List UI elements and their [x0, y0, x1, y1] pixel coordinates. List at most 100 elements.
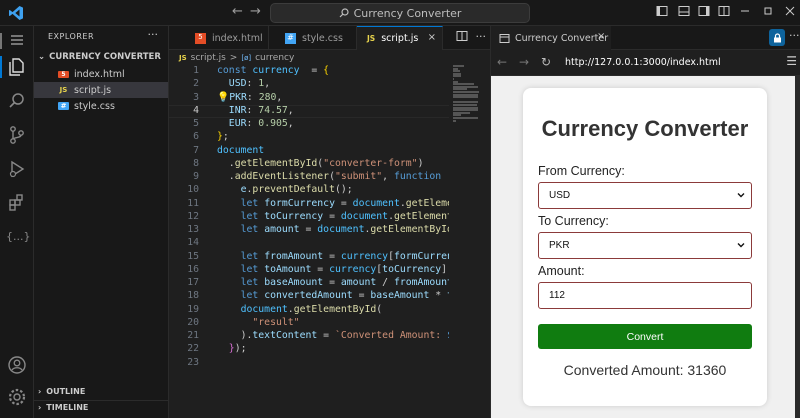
menu-icon[interactable] — [6, 29, 28, 51]
amount-value: 112 — [549, 290, 565, 301]
split-editor-icon[interactable] — [456, 30, 468, 42]
extensions-icon[interactable] — [6, 192, 28, 214]
code-line[interactable]: 8 .getElementById("converter-form") — [169, 158, 449, 171]
code-line[interactable]: 7 document — [169, 145, 449, 158]
code-line[interactable]: 3 💡PKR: 280, — [169, 92, 449, 105]
json-extension-icon[interactable]: {...} — [6, 226, 31, 248]
code-line[interactable]: 23 — [169, 357, 449, 370]
code-line[interactable]: 5 EUR: 0.905, — [169, 118, 449, 131]
amount-input[interactable]: 112 — [538, 282, 752, 309]
browser-scrollbar[interactable] — [795, 76, 800, 418]
outline-label: OUTLINE — [46, 387, 86, 396]
code-line[interactable]: 4 INR: 74.57, — [169, 105, 449, 118]
explorer-more-icon[interactable]: ··· — [148, 28, 159, 41]
js-file-icon: JS — [367, 34, 376, 43]
file-label: script.js — [74, 84, 112, 96]
settings-gear-icon[interactable] — [6, 386, 28, 408]
explorer-files-icon[interactable] — [6, 56, 28, 78]
code-line[interactable]: 18 let convertedAmount = baseAmount * to… — [169, 290, 449, 303]
code-line[interactable]: 14 — [169, 237, 449, 250]
outline-section[interactable]: › OUTLINE — [38, 387, 85, 396]
line-content: e.preventDefault(); — [240, 184, 353, 196]
close-browser-tab-icon[interactable]: × — [597, 31, 605, 42]
folder-label: CURRENCY CONVERTER — [49, 52, 161, 62]
code-line[interactable]: 21 ).textContent = `Converted Amount: ${… — [169, 330, 449, 343]
search-view-icon[interactable] — [6, 90, 28, 112]
chevron-down-icon: ⌄ — [38, 52, 46, 62]
breadcrumb-symbol[interactable]: currency — [255, 53, 294, 63]
browser-forward-icon[interactable]: → — [519, 55, 529, 69]
restore-icon[interactable] — [763, 5, 773, 17]
file-index-html[interactable]: 5 index.html — [34, 66, 168, 82]
toggle-secondary-sidebar-icon[interactable] — [698, 5, 710, 17]
from-currency-select[interactable]: USD — [538, 182, 752, 209]
css-file-icon: # — [285, 32, 296, 44]
breadcrumb-file[interactable]: script.js — [191, 53, 226, 63]
line-content: document — [217, 144, 265, 156]
browser-menu-icon[interactable]: ☰ — [786, 54, 797, 68]
variable-symbol-icon: [ø] — [241, 54, 252, 62]
browser-back-icon[interactable]: ← — [497, 55, 507, 69]
line-content: 💡PKR: 280, — [217, 91, 283, 103]
command-center-search[interactable]: Currency Converter — [270, 3, 530, 23]
line-content: }; — [217, 131, 229, 143]
customize-layout-icon[interactable] — [718, 5, 730, 17]
tab-label: index.html — [212, 32, 263, 44]
toggle-panel-icon[interactable] — [678, 5, 690, 17]
tab-index-html[interactable]: 5 index.html — [169, 26, 269, 50]
line-content: let amount = document.getElementById(" — [240, 224, 449, 235]
url-input[interactable]: http://127.0.0.1:3000/index.html — [565, 57, 721, 68]
back-icon[interactable]: ← — [232, 4, 243, 19]
code-line[interactable]: 9 .addEventListener("submit", function (… — [169, 171, 449, 184]
folder-currency-converter[interactable]: ⌄ CURRENCY CONVERTER — [38, 52, 161, 62]
converter-card: Currency Converter From Currency: USD To… — [523, 88, 767, 406]
minimap-line — [453, 96, 479, 99]
tab-script-js[interactable]: JS script.js × — [357, 26, 443, 50]
convert-button[interactable]: Convert — [538, 324, 752, 349]
more-actions-icon[interactable]: ··· — [476, 30, 487, 43]
chevron-down-icon — [737, 193, 745, 198]
account-icon[interactable] — [6, 354, 28, 376]
close-tab-icon[interactable]: × — [428, 32, 436, 43]
code-line[interactable]: 17 let baseAmount = amount / fromAmount; — [169, 277, 449, 290]
code-line[interactable]: 12 let toCurrency = document.getElementB… — [169, 211, 449, 224]
code-line[interactable]: 16 let toAmount = currency[toCurrency]; — [169, 264, 449, 277]
code-line[interactable]: 22 }); — [169, 343, 449, 356]
minimize-icon[interactable] — [740, 5, 750, 17]
browser-more-icon[interactable]: ··· — [789, 29, 800, 42]
to-currency-select[interactable]: PKR — [538, 232, 752, 259]
close-window-icon[interactable] — [785, 5, 795, 17]
line-number: 10 — [187, 184, 199, 196]
file-style-css[interactable]: # style.css — [34, 98, 168, 114]
line-number: 11 — [187, 197, 199, 209]
code-line[interactable]: 10 e.preventDefault(); — [169, 184, 449, 197]
run-debug-icon[interactable] — [6, 158, 28, 180]
line-content: USD: 1, — [228, 78, 271, 90]
line-content: document.getElementById( — [240, 303, 383, 315]
forward-icon[interactable]: → — [250, 4, 261, 19]
breadcrumb: JS script.js > [ø] currency — [179, 53, 294, 63]
code-line[interactable]: 11 let formCurrency = document.getElemen… — [169, 198, 449, 211]
code-line[interactable]: 6}; — [169, 131, 449, 144]
code-line[interactable]: 1 const currency = { — [169, 65, 449, 78]
tab-style-css[interactable]: # style.css — [269, 26, 357, 50]
line-number: 23 — [187, 356, 199, 368]
file-label: index.html — [74, 68, 125, 80]
reload-icon[interactable]: ↻ — [541, 55, 551, 69]
timeline-section[interactable]: › TIMELINE — [38, 403, 88, 412]
code-line[interactable]: 15 let fromAmount = currency[formCurrenc… — [169, 251, 449, 264]
source-control-icon[interactable] — [6, 124, 28, 146]
activity-bar: {...} — [0, 26, 34, 418]
code-line[interactable]: 2 USD: 1, — [169, 78, 449, 91]
file-script-js[interactable]: JS script.js — [34, 82, 168, 98]
code-line[interactable]: 13 let amount = document.getElementById(… — [169, 224, 449, 237]
toggle-sidebar-icon[interactable] — [656, 5, 668, 17]
editor-group: 5 index.html # style.css JS script.js × … — [169, 26, 490, 418]
breadcrumb-separator: > — [229, 53, 238, 63]
code-line[interactable]: 19 document.getElementById( — [169, 304, 449, 317]
browser-tab[interactable]: Currency Converter — [491, 26, 611, 50]
lock-icon[interactable] — [769, 29, 785, 46]
minimap[interactable] — [451, 65, 487, 125]
code-line[interactable]: 20 "result" — [169, 317, 449, 330]
code-area[interactable]: 1 const currency = {2 USD: 1, 3 💡PKR: 280, 4… — [169, 65, 449, 405]
